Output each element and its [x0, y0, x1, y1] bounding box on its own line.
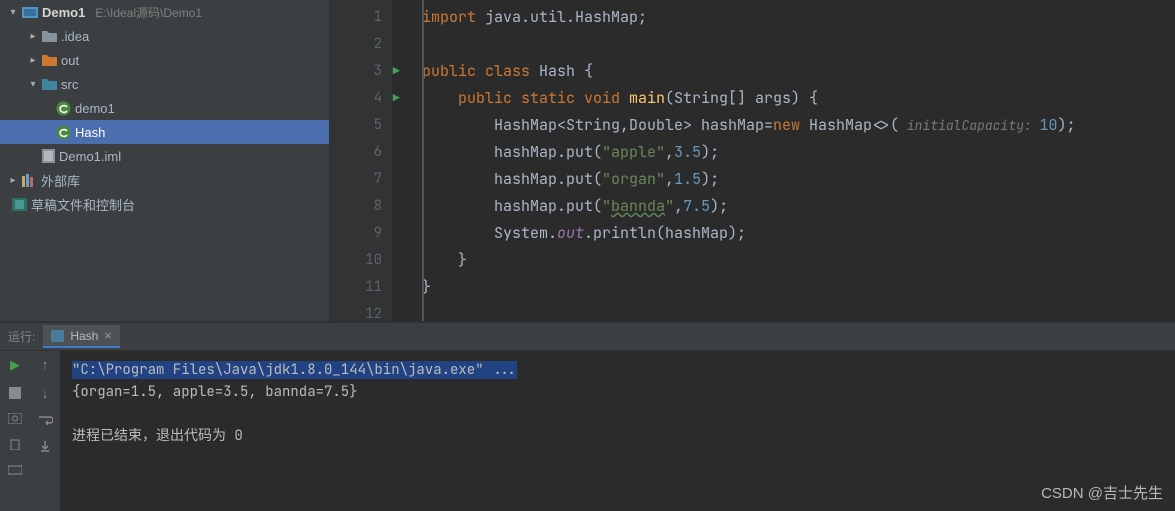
tree-label: out [61, 53, 79, 68]
rerun-icon[interactable]: ▶ [10, 357, 20, 373]
app-icon [51, 330, 64, 342]
class-icon [56, 125, 71, 140]
console-line: {organ=1.5, apple=3.5, bannda=7.5} [72, 381, 1163, 403]
class-icon [56, 101, 71, 116]
print-icon[interactable] [8, 464, 22, 476]
run-toolbar-left: ▶ [0, 351, 30, 511]
project-path: E:\Ideal源码\Demo1 [95, 4, 202, 21]
scratch-icon [12, 198, 27, 211]
run-toolbar-mid: ↑ ↓ [30, 351, 60, 511]
editor-gutter: 1 2 3▶ 4▶ 5 6 7 8 9 10 11 12 [330, 0, 392, 321]
code-area[interactable]: import java.util.HashMap; public class H… [392, 0, 1175, 321]
project-name: Demo1 [42, 5, 85, 20]
chevron-right-icon: ▸ [8, 175, 18, 186]
tree-label: 外部库 [41, 171, 80, 190]
console-line: "C:\Program Files\Java\jdk1.8.0_144\bin\… [72, 359, 1163, 381]
project-tree[interactable]: ▾ Demo1 E:\Ideal源码\Demo1 ▸ .idea ▸ out ▾ sr… [0, 0, 330, 321]
code-editor[interactable]: 1 2 3▶ 4▶ 5 6 7 8 9 10 11 12 import java… [330, 0, 1175, 321]
chevron-right-icon: ▸ [28, 31, 38, 42]
tree-label: src [61, 77, 78, 92]
tree-item-demo1[interactable]: demo1 [0, 96, 329, 120]
tree-item-idea[interactable]: ▸ .idea [0, 24, 329, 48]
stop-icon[interactable] [9, 387, 21, 399]
soft-wrap-icon[interactable] [37, 415, 53, 425]
tree-item-scratches[interactable]: 草稿文件和控制台 [0, 192, 329, 216]
chevron-right-icon: ▸ [28, 55, 38, 66]
folder-icon [42, 54, 57, 66]
console-line: 进程已结束，退出代码为 0 [72, 425, 1163, 447]
tree-item-src[interactable]: ▾ src [0, 72, 329, 96]
console-output[interactable]: "C:\Program Files\Java\jdk1.8.0_144\bin\… [60, 351, 1175, 511]
tree-item-out[interactable]: ▸ out [0, 48, 329, 72]
run-gutter-icon[interactable]: ▶ [393, 85, 400, 112]
tree-label: demo1 [75, 101, 115, 116]
tree-root[interactable]: ▾ Demo1 E:\Ideal源码\Demo1 [0, 0, 329, 24]
run-console: 运行: Hash × ▶ ↑ ↓ "C:\Program Files\Java\… [0, 321, 1175, 511]
chevron-down-icon: ▾ [8, 7, 18, 18]
tree-label: Hash [75, 125, 105, 140]
run-label: 运行: [8, 328, 35, 345]
dump-threads-icon[interactable] [8, 438, 22, 450]
libs-icon [22, 174, 37, 187]
run-tab-label: Hash [70, 329, 98, 343]
project-icon [22, 5, 38, 19]
close-icon[interactable]: × [104, 328, 112, 343]
camera-icon[interactable] [8, 413, 22, 424]
tree-item-iml[interactable]: Demo1.iml [0, 144, 329, 168]
up-arrow-icon[interactable]: ↑ [42, 357, 49, 372]
tree-item-hash[interactable]: Hash [0, 120, 329, 144]
tree-label: Demo1.iml [59, 149, 121, 164]
folder-icon [42, 30, 57, 42]
down-arrow-icon[interactable]: ↓ [42, 386, 49, 401]
console-tab-bar: 运行: Hash × [0, 323, 1175, 351]
src-folder-icon [42, 78, 57, 90]
tree-item-external-libs[interactable]: ▸ 外部库 [0, 168, 329, 192]
scroll-to-end-icon[interactable] [38, 439, 52, 453]
watermark: CSDN @吉士先生 [1041, 482, 1163, 503]
run-gutter-icon[interactable]: ▶ [393, 58, 400, 85]
chevron-down-icon: ▾ [28, 79, 38, 90]
run-tab[interactable]: Hash × [43, 325, 120, 348]
tree-label: .idea [61, 29, 89, 44]
tree-label: 草稿文件和控制台 [31, 195, 135, 214]
editor-margin [422, 0, 424, 321]
file-icon [42, 149, 55, 163]
